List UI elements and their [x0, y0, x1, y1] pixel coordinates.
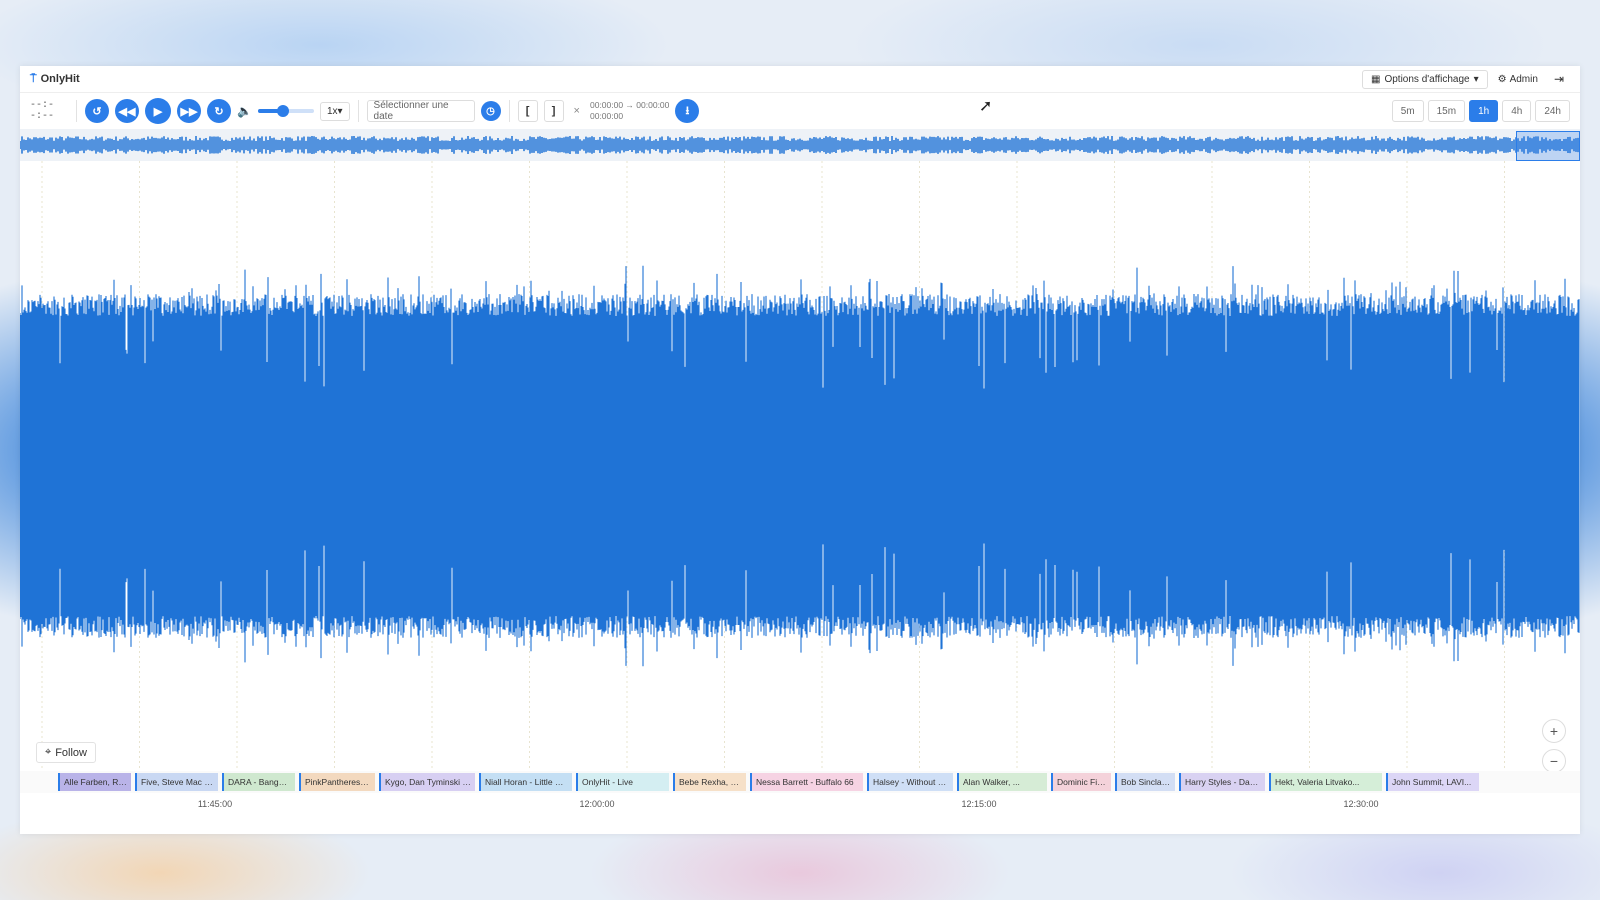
track-segment[interactable]: Alle Farben, Re... — [58, 773, 131, 791]
waveform-path — [20, 265, 1580, 667]
track-segment[interactable]: Halsey - Without Me — [867, 773, 953, 791]
track-segment[interactable]: Hekt, Valeria Litvako... — [1269, 773, 1382, 791]
divider — [76, 100, 77, 122]
mark-in-button[interactable]: [ — [517, 100, 538, 122]
rotate-left-icon[interactable]: ↺ — [85, 99, 109, 123]
current-time: --:--:-- — [30, 100, 55, 122]
divider — [357, 100, 359, 122]
track-segment[interactable]: Harry Styles - Danc... — [1179, 773, 1265, 791]
main-waveform[interactable]: ⌖ Follow + − — [20, 161, 1580, 773]
range-duration: 00:00:00 — [589, 111, 624, 121]
rotate-right-icon[interactable]: ↻ — [207, 99, 231, 123]
follow-button[interactable]: ⌖ Follow — [36, 742, 96, 763]
gear-icon: ⚙ — [1497, 73, 1507, 85]
top-bar: ⍑ OnlyHit ▦ Options d'affichage ▾ ⚙ Admi… — [20, 66, 1580, 93]
clear-selection-button[interactable]: × — [570, 105, 584, 117]
caret-down-icon: ▾ — [337, 105, 343, 117]
top-bar-right: ▦ Options d'affichage ▾ ⚙ Admin ⇥ — [1362, 69, 1570, 89]
app-title: OnlyHit — [40, 73, 80, 85]
zoom-24h-button[interactable]: 24h — [1535, 100, 1570, 122]
player-toolbar: --:--:-- ↺ ◀◀ ▶ ▶▶ ↻ 🔈 1x▾ Sélectionner … — [20, 93, 1580, 129]
track-segment[interactable]: OnlyHit - Live — [576, 773, 669, 791]
logout-icon[interactable]: ⇥ — [1548, 72, 1570, 86]
track-segment[interactable]: Niall Horan - Little Mor... — [479, 773, 572, 791]
track-segment[interactable]: Nessa Barrett - Buffalo 66 — [750, 773, 863, 791]
antenna-icon: ⍑ — [30, 72, 37, 85]
time-axis: 11:45:00 12:00:00 12:15:00 12:30:00 — [20, 793, 1580, 815]
zoom-out-button[interactable]: − — [1542, 749, 1566, 773]
forward-icon[interactable]: ▶▶ — [177, 99, 201, 123]
table-icon: ▦ — [1371, 73, 1381, 85]
zoom-in-button[interactable]: + — [1542, 719, 1566, 743]
overview-wave-path — [20, 136, 1579, 154]
time-tick-label: 12:15:00 — [961, 799, 997, 809]
track-segment[interactable]: John Summit, LAVI... — [1386, 773, 1479, 791]
volume-icon[interactable]: 🔈 — [237, 104, 252, 118]
track-segment[interactable]: PinkPantheress, ... — [299, 773, 375, 791]
track-segment[interactable]: Alan Walker, ... — [957, 773, 1047, 791]
display-options-button[interactable]: ▦ Options d'affichage ▾ — [1362, 69, 1488, 89]
overview-viewport-window[interactable] — [1516, 131, 1580, 161]
brand[interactable]: ⍑ OnlyHit — [30, 73, 80, 86]
divider — [508, 100, 510, 122]
zoom-5m-button[interactable]: 5m — [1391, 100, 1424, 122]
time-tick-label: 12:00:00 — [579, 799, 615, 809]
download-icon[interactable]: ⭳ — [675, 99, 700, 123]
overview-waveform[interactable] — [20, 129, 1580, 161]
mouse-cursor: ➚ — [979, 98, 993, 115]
mark-out-button[interactable]: ] — [543, 100, 564, 122]
track-segment[interactable]: Kygo, Dan Tyminski - ... — [379, 773, 475, 791]
volume-slider-thumb[interactable] — [277, 105, 290, 117]
app-window: ⍑ OnlyHit ▦ Options d'affichage ▾ ⚙ Admi… — [20, 66, 1580, 834]
admin-link[interactable]: ⚙ Admin — [1498, 74, 1538, 85]
track-segment[interactable]: DARA - Bangar... — [222, 773, 295, 791]
clock-icon[interactable]: ◷ — [480, 101, 501, 121]
overview-waveform-graphic — [20, 136, 1579, 154]
zoom-level-buttons: 5m 15m 1h 4h 24h — [1391, 100, 1570, 122]
zoom-15m-button[interactable]: 15m — [1427, 100, 1466, 122]
playback-speed-button[interactable]: 1x▾ — [319, 101, 350, 121]
time-tick-label: 11:45:00 — [197, 799, 233, 809]
caret-down-icon: ▾ — [1473, 73, 1479, 85]
track-segment[interactable]: Bob Sinclar, ... — [1115, 773, 1175, 791]
track-segment[interactable]: Five, Steve Mac - K... — [135, 773, 218, 791]
backward-icon[interactable]: ◀◀ — [115, 99, 139, 123]
display-options-label: Options d'affichage — [1384, 73, 1470, 85]
track-segment[interactable]: Dominic Fik... — [1051, 773, 1111, 791]
main-waveform-graphic — [20, 161, 1580, 771]
track-segment[interactable]: Bebe Rexha, Fa... — [673, 773, 746, 791]
track-lane: Alle Farben, Re... Five, Steve Mac - K...… — [20, 771, 1580, 793]
time-tick-label: 12:30:00 — [1343, 799, 1379, 809]
volume-slider[interactable] — [257, 105, 314, 117]
date-select-input[interactable]: Sélectionner une date — [366, 100, 475, 122]
zoom-1h-button[interactable]: 1h — [1469, 100, 1499, 122]
selection-range: 00:00:00 → 00:00:00 00:00:00 — [590, 100, 669, 122]
crosshair-icon: ⌖ — [45, 746, 52, 758]
play-icon[interactable]: ▶ — [145, 98, 171, 124]
zoom-4h-button[interactable]: 4h — [1502, 100, 1532, 122]
speed-label: 1x — [326, 105, 338, 117]
admin-label: Admin — [1509, 73, 1538, 85]
follow-label: Follow — [55, 746, 87, 759]
range-start-end: 00:00:00 → 00:00:00 — [589, 100, 670, 110]
